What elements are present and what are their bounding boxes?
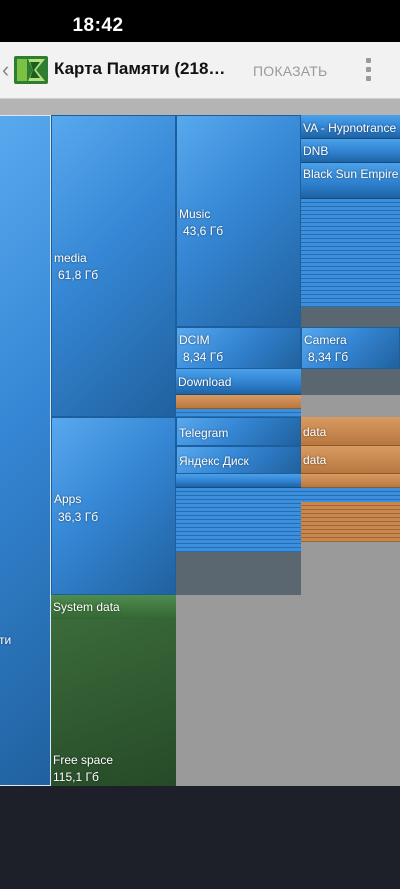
telegram-data-label: data: [303, 425, 327, 439]
camera-label: Camera: [304, 333, 347, 347]
free-space-block[interactable]: Free space 115,1 Гб: [51, 619, 176, 786]
hypnotrance-folder-block[interactable]: VA - Hypnotrance: [301, 115, 400, 139]
music-label: Music: [179, 207, 211, 221]
music-folder-block[interactable]: Music 43,6 Гб: [176, 115, 301, 327]
system-data-label: System data: [53, 600, 120, 614]
dcim-unknown-block: [301, 369, 400, 395]
black-sun-label: Black Sun Empire: [303, 167, 399, 181]
bottom-bar: [0, 786, 400, 889]
free-space-size: 115,1 Гб: [53, 770, 99, 784]
media-label: media: [54, 251, 87, 265]
camera-size: 8,34 Гб: [308, 350, 349, 364]
treemap[interactable]: ти media 61,8 Гб Music 43,6 Гб VA - Hypn…: [0, 115, 400, 786]
status-time: 18:42: [72, 15, 124, 36]
system-data-block[interactable]: System data: [51, 595, 176, 619]
unscanned-space-block: [176, 595, 400, 786]
music-unknown-block: [301, 307, 400, 327]
download-folder-block[interactable]: Download: [176, 369, 301, 395]
apps-size: 36,3 Гб: [58, 510, 99, 524]
media-size: 61,8 Гб: [58, 268, 99, 282]
media-small-folders[interactable]: [176, 409, 301, 417]
dnb-label: DNB: [303, 144, 329, 158]
app-logo-icon[interactable]: [14, 56, 48, 84]
download-file-block[interactable]: [176, 395, 301, 409]
media-free-block: [301, 395, 400, 417]
music-small-folders[interactable]: [301, 199, 400, 307]
path-strip: [0, 99, 400, 115]
apps-unknown-block: [176, 552, 301, 595]
dcim-folder-block[interactable]: DCIM 8,34 Гб: [176, 327, 301, 369]
dcim-label: DCIM: [179, 333, 210, 347]
telegram-data-block[interactable]: data: [301, 417, 400, 446]
yandex-disk-label: Яндекс Диск: [179, 454, 249, 468]
app-bar: ‹ Карта Памяти (218… ПОКАЗАТЬ: [0, 42, 400, 99]
apps-small-folders[interactable]: [176, 488, 301, 552]
dnb-folder-block[interactable]: DNB: [301, 139, 400, 163]
apps-label: Apps: [54, 492, 82, 506]
dcim-size: 8,34 Гб: [183, 350, 224, 364]
app-file-block[interactable]: [301, 474, 400, 488]
more-vert-icon[interactable]: [360, 56, 376, 84]
yandex-data-block[interactable]: data: [301, 446, 400, 474]
free-space-label: Free space: [53, 753, 114, 767]
show-button[interactable]: ПОКАЗАТЬ: [253, 63, 327, 79]
black-sun-folder-block[interactable]: Black Sun Empire: [301, 163, 400, 199]
apps-free-block: [301, 542, 400, 595]
status-bar: 18:42: [0, 0, 400, 42]
telegram-folder-block[interactable]: Telegram: [176, 417, 301, 446]
music-size: 43,6 Гб: [183, 224, 224, 238]
camera-folder-block[interactable]: Camera 8,34 Гб: [301, 327, 400, 369]
root-folder-label: ти: [0, 633, 12, 647]
media-folder-block[interactable]: media 61,8 Гб: [51, 115, 176, 417]
apps-small-files[interactable]: [301, 502, 400, 542]
apps-small-folders-2[interactable]: [301, 488, 400, 502]
apps-folder-block[interactable]: Apps 36,3 Гб: [51, 417, 176, 595]
hypnotrance-label: VA - Hypnotrance: [303, 121, 397, 135]
yandex-disk-folder-block[interactable]: Яндекс Диск: [176, 446, 301, 474]
download-label: Download: [178, 375, 232, 389]
app-folder-block[interactable]: [176, 474, 301, 488]
app-title[interactable]: Карта Памяти (218…: [54, 59, 225, 79]
yandex-data-label: data: [303, 453, 327, 467]
root-folder-block[interactable]: ти: [0, 115, 51, 786]
telegram-label: Telegram: [179, 426, 229, 440]
